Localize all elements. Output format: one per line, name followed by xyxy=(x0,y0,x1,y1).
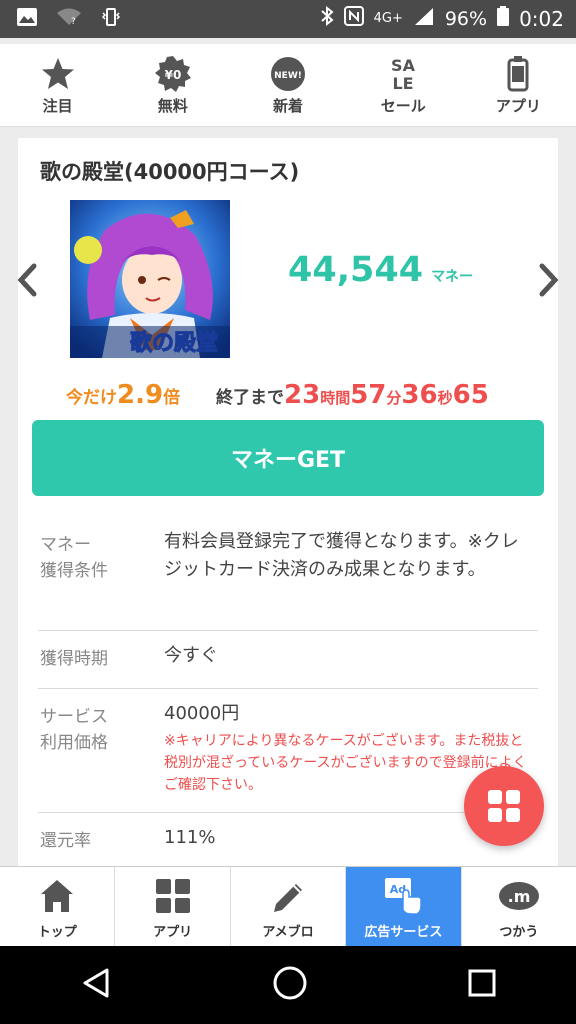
new-badge-text: NEW! xyxy=(274,71,302,81)
category-label: 無料 xyxy=(157,96,188,115)
detail-row-price: サービス 利用価格 40000円 ※キャリアにより異なるケースがございます。また… xyxy=(38,688,538,813)
detail-key: マネー 獲得条件 xyxy=(40,532,108,584)
money-m-icon: .m xyxy=(497,875,541,917)
promo-suffix: 倍 xyxy=(163,388,181,408)
vibrate-icon xyxy=(100,6,122,32)
system-nav-bar xyxy=(0,946,576,1024)
money-m-text: .m xyxy=(507,887,530,906)
detail-row-rate: 還元率 111% xyxy=(38,812,538,868)
money-unit: マネー xyxy=(431,269,474,285)
nav-label: トップ xyxy=(37,924,77,940)
clock: 0:02 xyxy=(519,6,564,31)
category-label: 新着 xyxy=(273,96,304,115)
get-money-button[interactable]: マネーGET xyxy=(32,420,544,496)
home-icon xyxy=(39,875,75,917)
pencil-icon xyxy=(270,875,306,917)
timer-minutes-unit: 分 xyxy=(386,389,402,407)
menu-fab[interactable] xyxy=(464,766,544,846)
new-badge-icon: NEW! xyxy=(269,55,307,93)
sale-icon-text-top: SA xyxy=(391,56,416,75)
smartphone-icon xyxy=(506,55,530,93)
recents-icon[interactable] xyxy=(467,968,497,1002)
signal-icon xyxy=(413,6,435,31)
detail-key-line: 獲得条件 xyxy=(40,561,108,581)
nav-top[interactable]: トップ xyxy=(0,867,116,947)
prev-offer-arrow[interactable] xyxy=(12,260,42,304)
nav-label: 広告サービス xyxy=(364,924,443,940)
detail-key-line: 獲得時期 xyxy=(40,649,108,669)
grid-icon xyxy=(488,790,520,822)
offer-title: 歌の殿堂(40000円コース) xyxy=(40,160,300,184)
timer-fraction: 65 xyxy=(452,380,489,410)
category-sale[interactable]: SA LE セール xyxy=(346,44,461,126)
bluetooth-icon xyxy=(320,5,334,31)
detail-row-condition: マネー 獲得条件 有料会員登録完了で獲得となります。※クレジットカード決済のみ成… xyxy=(38,518,538,631)
detail-key-line: 利用価格 xyxy=(40,733,108,753)
timer-label: 終了まで xyxy=(216,388,284,408)
category-label: セール xyxy=(380,96,426,115)
timer-seconds-unit: 秒 xyxy=(437,389,453,407)
sale-icon-text-bottom: LE xyxy=(393,74,414,93)
network-type: 4G+ xyxy=(373,11,403,26)
battery-percent: 96% xyxy=(444,7,488,30)
home-button-icon[interactable] xyxy=(272,965,308,1005)
category-apps[interactable]: アプリ xyxy=(461,44,576,126)
detail-key: 獲得時期 xyxy=(40,646,108,672)
detail-key: サービス 利用価格 xyxy=(40,704,108,756)
category-label: アプリ xyxy=(495,96,541,115)
category-featured[interactable]: 注目 xyxy=(0,44,115,126)
thumbnail-logo: 歌の殿堂 xyxy=(130,330,218,356)
star-icon xyxy=(40,55,76,93)
status-bar: ? 4G+ 96% 0:02 xyxy=(0,0,576,38)
nav-label: アプリ xyxy=(153,924,193,940)
timer-minutes: 57 xyxy=(350,380,387,410)
svg-text:?: ? xyxy=(71,17,76,27)
detail-key: 還元率 xyxy=(40,828,91,854)
nfc-icon xyxy=(343,6,364,31)
nav-use[interactable]: .m つかう xyxy=(462,867,576,947)
nav-label: つかう xyxy=(499,924,539,940)
offer-card: 歌の殿堂(40000円コース) 歌の殿堂 44,544 マネー 今だけ2.9倍 … xyxy=(17,138,559,518)
free-badge-text: ¥0 xyxy=(164,68,181,82)
category-bar: 注目 ¥0 無料 NEW! 新着 SA LE セール アプリ xyxy=(0,44,576,127)
sale-icon: SA LE xyxy=(384,55,422,93)
category-new[interactable]: NEW! 新着 xyxy=(230,44,345,126)
detail-row-timing: 獲得時期 今すぐ xyxy=(38,630,538,689)
detail-key-line: マネー xyxy=(40,535,91,555)
detail-value: 今すぐ xyxy=(164,645,218,666)
ad-tap-icon: Ad xyxy=(383,875,423,917)
bottom-nav: トップ アプリ アメブロ Ad 広告サービス .m つかう xyxy=(0,866,576,947)
timer-hours-unit: 時間 xyxy=(320,389,351,407)
money-reward: 44,544 マネー xyxy=(288,250,473,290)
detail-value: 有料会員登録完了で獲得となります。※クレジットカード決済のみ成果となります。 xyxy=(164,531,519,580)
nav-apps[interactable]: アプリ xyxy=(115,867,231,947)
detail-key-line: サービス xyxy=(40,707,108,727)
next-offer-arrow[interactable] xyxy=(534,260,564,304)
countdown-timer: 終了まで23時間57分36秒65 xyxy=(216,380,489,410)
back-icon[interactable] xyxy=(79,966,113,1004)
timer-hours: 23 xyxy=(284,380,321,410)
nav-ad-services[interactable]: Ad 広告サービス xyxy=(346,867,462,947)
money-value: 44,544 xyxy=(288,250,424,290)
detail-value: 40000円 xyxy=(164,703,240,724)
category-free[interactable]: ¥0 無料 xyxy=(115,44,230,126)
wifi-icon: ? xyxy=(56,7,82,31)
promo-value: 2.9 xyxy=(117,380,164,410)
timer-seconds: 36 xyxy=(401,380,438,410)
promo-prefix: 今だけ xyxy=(66,388,117,408)
free-badge-icon: ¥0 xyxy=(154,55,192,93)
category-label: 注目 xyxy=(42,96,73,115)
offer-thumbnail[interactable]: 歌の殿堂 xyxy=(70,200,230,358)
gallery-icon xyxy=(16,7,38,31)
detail-key-line: 還元率 xyxy=(40,831,91,851)
battery-icon xyxy=(497,6,510,31)
nav-label: アメブロ xyxy=(262,924,314,940)
grid-icon xyxy=(155,875,191,917)
promo-multiplier: 今だけ2.9倍 xyxy=(66,380,180,410)
nav-ameblo[interactable]: アメブロ xyxy=(231,867,347,947)
